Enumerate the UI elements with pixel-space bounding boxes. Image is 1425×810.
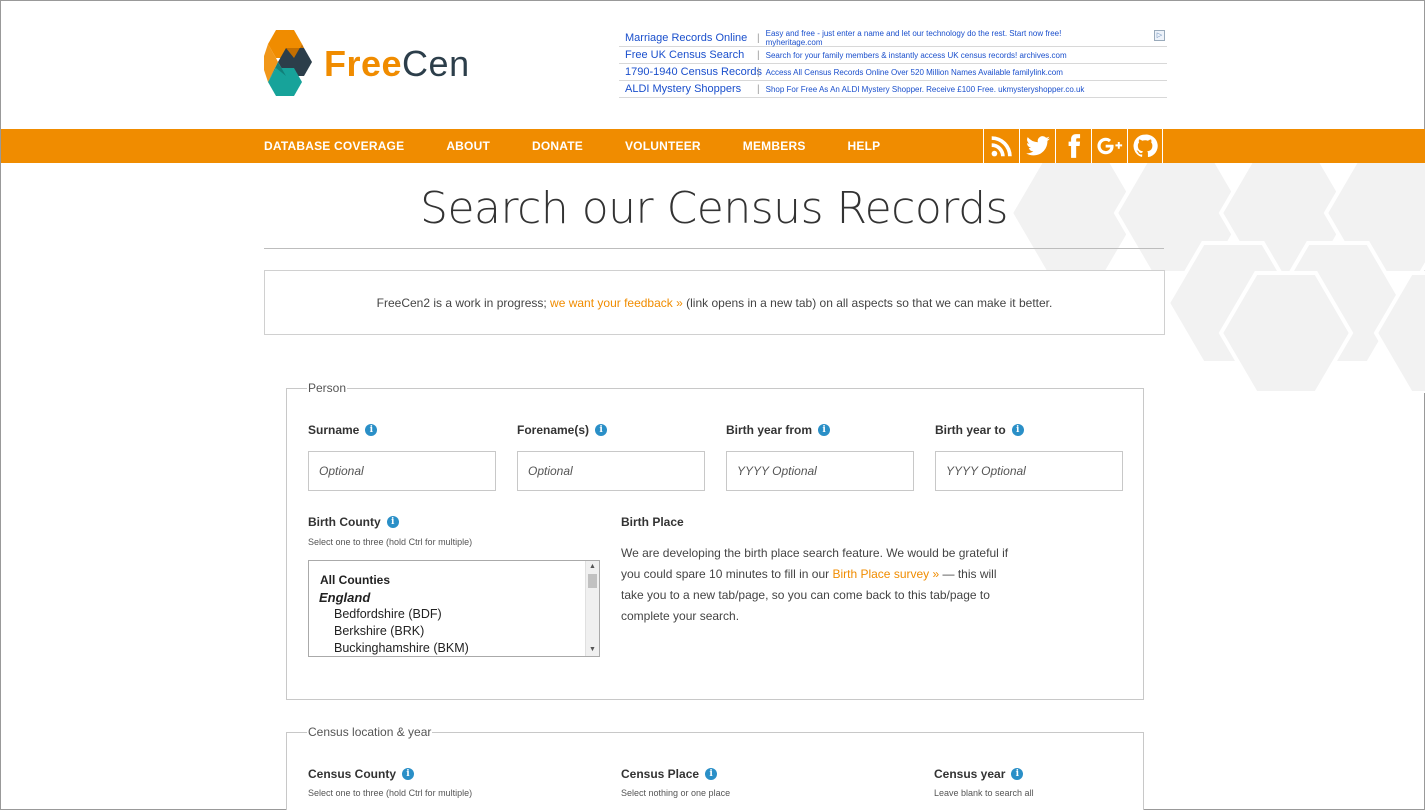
surname-label-text: Surname [308,423,360,437]
ad-description[interactable]: Access All Census Records Online Over 52… [766,68,1167,77]
census-year-label-text: Census year [934,767,1006,781]
info-icon[interactable]: i [705,768,718,780]
list-item[interactable]: Buckinghamshire (BKM) [309,640,599,656]
census-place-label-text: Census Place [621,767,700,781]
main-nav: DATABASE COVERAGE ABOUT DONATE VOLUNTEER… [1,129,1425,163]
scroll-up-icon[interactable]: ▲ [586,561,599,573]
adchoices-icon[interactable]: ▷ [1154,30,1165,41]
birth-county-label-text: Birth County [308,515,381,529]
list-item[interactable]: Bedfordshire (BDF) [309,606,599,623]
ad-title-link[interactable]: 1790-1940 Census Records [619,66,762,78]
forenames-label-text: Forename(s) [517,423,590,437]
nav-donate[interactable]: DONATE [532,139,583,153]
ad-separator: | [757,49,760,61]
ad-separator: | [757,83,760,95]
info-icon[interactable]: i [386,516,399,528]
rss-icon[interactable] [983,129,1019,163]
nav-volunteer[interactable]: VOLUNTEER [625,139,701,153]
info-icon[interactable]: i [1011,768,1024,780]
list-item[interactable]: Berkshire (BRK) [309,623,599,640]
nav-members[interactable]: MEMBERS [743,139,806,153]
birth-year-from-input[interactable] [726,451,914,491]
census-county-label-text: Census County [308,767,397,781]
nav-links: DATABASE COVERAGE ABOUT DONATE VOLUNTEER… [264,129,922,163]
page-title: Search our Census Records [420,183,1008,234]
census-year-hint: Leave blank to search all [934,788,1034,798]
list-group-label: England [319,590,371,605]
notice-text-after: (link opens in a new tab) on all aspects… [682,295,1053,310]
info-icon[interactable]: i [818,424,831,436]
birth-year-to-label: Birth year to i [935,423,1024,437]
census-place-hint: Select nothing or one place [621,788,731,798]
birth-place-survey-link[interactable]: Birth Place survey » [832,567,939,581]
github-icon[interactable] [1127,129,1163,163]
person-fieldset: Person Surname i Forename(s) i Birth yea… [286,381,1144,700]
birth-county-label: Birth County i [308,515,399,529]
social-links [983,129,1163,163]
person-legend: Person [307,381,348,395]
nav-database-coverage[interactable]: DATABASE COVERAGE [264,139,404,153]
ad-row[interactable]: 1790-1940 Census Records | Access All Ce… [619,64,1167,81]
census-county-hint: Select one to three (hold Ctrl for multi… [308,788,473,798]
surname-label: Surname i [308,423,378,437]
birth-year-to-input[interactable] [935,451,1123,491]
list-item[interactable]: All Counties [309,561,599,589]
nav-help[interactable]: HELP [848,139,881,153]
birth-place-label: Birth Place [621,515,684,529]
info-icon[interactable]: i [365,424,378,436]
birth-place-label-text: Birth Place [621,515,684,529]
info-icon[interactable]: i [595,424,608,436]
feedback-link[interactable]: we want your feedback » [550,296,683,310]
nav-about[interactable]: ABOUT [446,139,490,153]
feedback-notice: FreeCen2 is a work in progress; we want … [264,270,1165,335]
ad-separator: | [757,32,760,44]
census-county-label: Census County i [308,767,415,781]
info-icon[interactable]: i [402,768,415,780]
ad-row[interactable]: ALDI Mystery Shoppers | Shop For Free As… [619,81,1167,98]
ad-description[interactable]: Shop For Free As An ALDI Mystery Shopper… [766,85,1167,94]
surname-input[interactable] [308,451,496,491]
logo-wordmark: FreeCen [324,43,470,85]
birth-year-from-label: Birth year from i [726,423,831,437]
site-header: FreeCen ▷ Marriage Records Online | Easy… [1,1,1425,129]
ad-title-link[interactable]: Marriage Records Online [619,32,757,44]
birth-county-hint: Select one to three (hold Ctrl for multi… [308,537,473,547]
birth-place-description: We are developing the birth place search… [621,543,1021,627]
logo-cen-text: Cen [402,43,470,84]
twitter-icon[interactable] [1019,129,1055,163]
birth-year-to-label-text: Birth year to [935,423,1006,437]
ad-description[interactable]: Easy and free - just enter a name and le… [766,29,1096,47]
scrollbar-thumb[interactable] [588,574,597,588]
census-legend: Census location & year [307,725,433,739]
freecen-logo[interactable]: FreeCen [264,30,474,98]
census-year-label: Census year i [934,767,1024,781]
google-plus-icon[interactable] [1091,129,1127,163]
notice-text: FreeCen2 is a work in progress; [376,295,551,310]
census-fieldset: Census location & year Census County i S… [286,725,1144,810]
ad-title-link[interactable]: ALDI Mystery Shoppers [619,83,757,95]
info-icon[interactable]: i [1011,424,1024,436]
title-divider [264,248,1164,249]
hexagon-logo-icon [264,30,312,96]
forenames-input[interactable] [517,451,705,491]
scrollbar[interactable]: ▲ ▼ [585,561,599,656]
ad-title-link[interactable]: Free UK Census Search [619,49,757,61]
census-place-label: Census Place i [621,767,718,781]
ad-row[interactable]: Marriage Records Online | Easy and free … [619,29,1167,47]
logo-free-text: Free [324,43,403,84]
scroll-down-icon[interactable]: ▼ [586,644,599,656]
birth-county-select[interactable]: All Counties England Bedfordshire (BDF) … [308,560,600,657]
ad-description[interactable]: Search for your family members & instant… [766,51,1167,60]
ad-row[interactable]: Free UK Census Search | Search for your … [619,47,1167,64]
facebook-icon[interactable] [1055,129,1091,163]
forenames-label: Forename(s) i [517,423,608,437]
birth-year-from-label-text: Birth year from [726,423,813,437]
ad-separator: | [757,66,760,78]
ad-block: ▷ Marriage Records Online | Easy and fre… [619,29,1167,98]
